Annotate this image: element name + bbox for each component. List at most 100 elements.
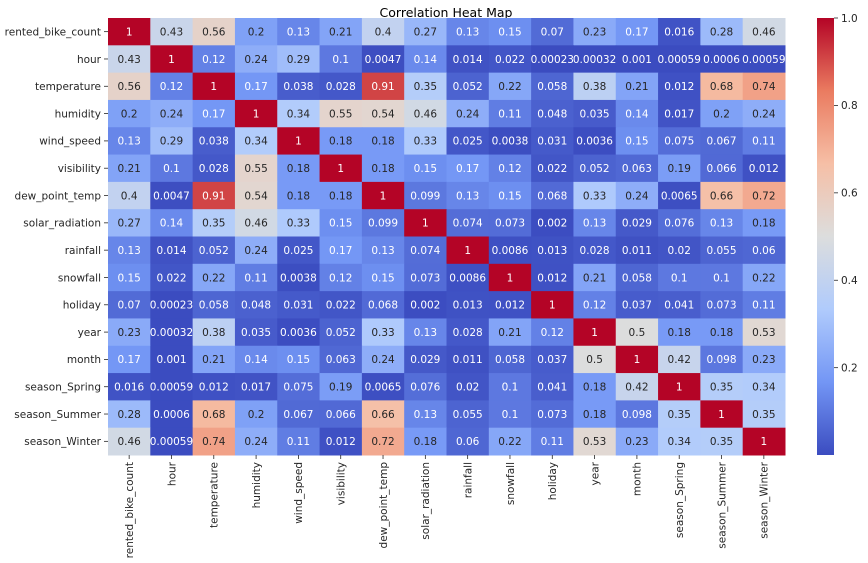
cell-value-label: 0.17 — [117, 354, 140, 366]
cell-value-label: 0.22 — [498, 436, 521, 448]
cell-value-label: 0.052 — [453, 81, 483, 93]
cell-value-label: 0.18 — [710, 327, 733, 339]
cell-value-label: 0.68 — [202, 409, 225, 421]
cell-value-label: 0.4 — [375, 26, 392, 38]
cell-value-label: 0.91 — [202, 190, 225, 202]
cell-value-label: 0.013 — [453, 300, 483, 312]
cell-value-label: 0.33 — [414, 136, 437, 148]
cell-value-label: 0.012 — [664, 81, 694, 93]
cell-value-label: 0.098 — [622, 409, 652, 421]
x-axis-labels: rented_bike_count hour temperature humidity… — [124, 455, 771, 558]
cell-value-label: 0.18 — [668, 327, 691, 339]
cell-value-label: 0.12 — [160, 81, 183, 93]
cell-value-label: 0.11 — [498, 108, 521, 120]
cell-value-label: 0.052 — [580, 163, 610, 175]
cell-value-label: 0.1 — [502, 382, 519, 394]
cell-value-label: 0.18 — [583, 382, 606, 394]
x-tick-label: rainfall — [462, 462, 474, 498]
cell-value-label: 0.035 — [241, 327, 271, 339]
cell-value-label: 0.025 — [283, 245, 313, 257]
cell-value-label: 1 — [126, 26, 133, 38]
cell-value-label: 0.029 — [410, 354, 440, 366]
colorbar-tick-label: 0.8 — [841, 100, 858, 112]
x-tick-label: dew_point_temp — [378, 462, 390, 549]
cell-value-label: 0.098 — [706, 354, 736, 366]
cell-value-label: 0.022 — [326, 300, 356, 312]
cell-value-label: 0.014 — [453, 54, 483, 66]
cell-value-label: 0.055 — [453, 409, 483, 421]
cell-value-label: 0.0038 — [492, 136, 529, 148]
cell-value-label: 0.0036 — [280, 327, 317, 339]
cell-value-label: 0.68 — [710, 81, 733, 93]
cell-value-label: 1 — [676, 382, 683, 394]
cell-value-label: 0.53 — [752, 327, 775, 339]
cell-value-label: 0.031 — [283, 300, 313, 312]
cell-value-label: 0.031 — [537, 136, 567, 148]
cell-value-label: 0.028 — [580, 245, 610, 257]
colorbar-ticks: 0.2 0.4 0.6 0.8 1.0 — [834, 13, 858, 374]
correlation-heatmap: Correlation Heat Map 1 0.43 0.56 0.2 0.13 0.2… — [5, 5, 858, 558]
cell-value-label: 0.17 — [244, 81, 267, 93]
cell-value-label: 0.012 — [495, 300, 525, 312]
colorbar-tick-label: 0.4 — [841, 275, 858, 287]
cell-value-label: 0.12 — [498, 163, 521, 175]
cell-value-label: 0.076 — [410, 382, 440, 394]
cell-value-label: 0.14 — [160, 218, 184, 230]
cell-value-label: 0.076 — [664, 218, 694, 230]
cell-value-label: 0.24 — [371, 354, 395, 366]
cell-value-label: 0.15 — [371, 272, 394, 284]
x-tick-label: season_Summer — [716, 461, 728, 548]
cell-value-label: 1 — [591, 327, 598, 339]
cell-value-label: 1 — [507, 272, 514, 284]
cell-value-label: 0.13 — [414, 409, 437, 421]
cell-value-label: 0.38 — [202, 327, 225, 339]
cell-value-label: 0.72 — [752, 190, 775, 202]
cell-value-label: 0.17 — [625, 26, 648, 38]
cell-value-label: 0.43 — [160, 26, 183, 38]
cell-value-label: 0.028 — [326, 81, 356, 93]
x-tick-label: wind_speed — [293, 462, 305, 524]
cell-value-label: 0.0086 — [492, 245, 529, 257]
cell-value-label: 0.14 — [244, 354, 268, 366]
cell-value-label: 1 — [549, 300, 556, 312]
cell-value-label: 0.00023 — [150, 300, 193, 312]
y-tick-label: wind_speed — [39, 136, 101, 148]
cell-value-label: 1 — [718, 409, 725, 421]
cell-value-label: 0.34 — [244, 136, 268, 148]
cell-value-label: 0.42 — [625, 382, 648, 394]
cell-value-label: 0.12 — [329, 272, 352, 284]
cell-value-label: 0.2 — [248, 409, 265, 421]
cell-value-label: 0.025 — [453, 136, 483, 148]
cell-value-label: 0.11 — [244, 272, 267, 284]
cell-value-label: 0.011 — [622, 245, 652, 257]
cell-value-label: 0.13 — [117, 245, 140, 257]
cell-value-label: 0.24 — [625, 190, 649, 202]
cell-value-label: 0.55 — [244, 163, 267, 175]
cell-value-label: 0.017 — [241, 382, 271, 394]
cell-value-label: 0.21 — [498, 327, 521, 339]
cell-value-label: 0.23 — [583, 26, 606, 38]
cell-value-label: 0.27 — [414, 26, 437, 38]
cell-value-label: 1 — [464, 245, 471, 257]
cell-value-label: 0.035 — [580, 108, 610, 120]
cell-value-label: 0.2 — [713, 108, 730, 120]
cell-value-label: 0.24 — [752, 108, 776, 120]
cell-value-label: 0.22 — [752, 272, 775, 284]
cell-value-label: 0.17 — [202, 108, 225, 120]
cell-value-label: 0.38 — [583, 81, 606, 93]
cell-value-label: 0.24 — [244, 436, 268, 448]
cell-value-label: 0.0038 — [280, 272, 317, 284]
cell-value-label: 0.18 — [287, 163, 310, 175]
cell-value-label: 0.19 — [668, 163, 691, 175]
cell-value-label: 0.073 — [706, 300, 736, 312]
cell-value-label: 0.15 — [625, 136, 648, 148]
cell-value-label: 0.002 — [410, 300, 440, 312]
cell-value-label: 0.13 — [287, 26, 310, 38]
cell-value-label: 0.91 — [371, 81, 394, 93]
cell-value-label: 0.099 — [368, 218, 398, 230]
cell-value-label: 0.23 — [625, 436, 648, 448]
cell-value-label: 0.02 — [456, 382, 479, 394]
cell-value-label: 0.15 — [498, 26, 521, 38]
cell-value-label: 0.46 — [244, 218, 268, 230]
colorbar — [817, 18, 834, 455]
